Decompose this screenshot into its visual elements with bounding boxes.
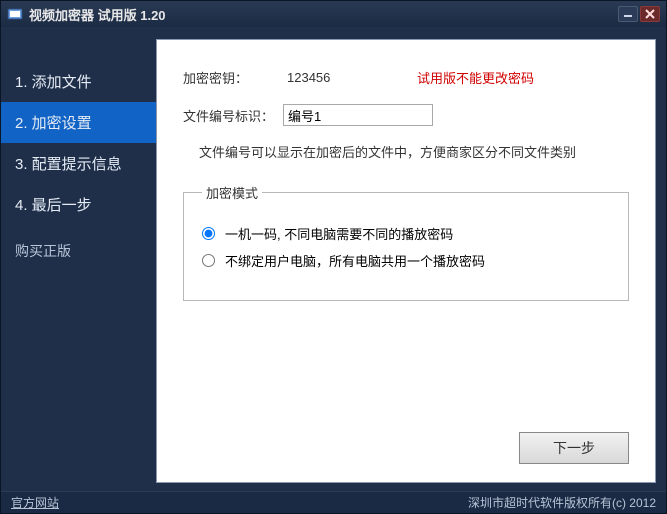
close-button[interactable] — [640, 6, 660, 22]
main-panel: 加密密钥： 试用版不能更改密码 文件编号标识： 文件编号可以显示在加密后的文件中… — [156, 39, 656, 483]
fileid-hint: 文件编号可以显示在加密后的文件中，方便商家区分不同文件类别 — [199, 142, 629, 161]
sidebar-item-buy[interactable]: 购买正版 — [1, 231, 156, 271]
fileid-label: 文件编号标识： — [183, 106, 283, 125]
body: 1. 添加文件 2. 加密设置 3. 配置提示信息 4. 最后一步 购买正版 加… — [1, 27, 666, 491]
encrypt-mode-group: 加密模式 一机一码, 不同电脑需要不同的播放密码 不绑定用户电脑，所有电脑共用一… — [183, 183, 629, 301]
spacer — [183, 301, 629, 432]
official-site-link[interactable]: 官方网站 — [11, 494, 468, 511]
trial-note: 试用版不能更改密码 — [417, 68, 534, 87]
sidebar-item-add-files[interactable]: 1. 添加文件 — [1, 61, 156, 102]
title-bar: 视频加密器 试用版 1.20 — [1, 1, 666, 27]
minimize-button[interactable] — [618, 6, 638, 22]
sidebar-item-configure-prompt[interactable]: 3. 配置提示信息 — [1, 143, 156, 184]
sidebar-item-final-step[interactable]: 4. 最后一步 — [1, 184, 156, 225]
sidebar-item-encrypt-settings[interactable]: 2. 加密设置 — [1, 102, 156, 143]
status-bar: 官方网站 深圳市超时代软件版权所有(c) 2012 — [1, 491, 666, 513]
encrypt-mode-legend: 加密模式 — [202, 183, 262, 202]
mode-option-label: 不绑定用户电脑，所有电脑共用一个播放密码 — [225, 251, 485, 270]
row-key: 加密密钥： 试用版不能更改密码 — [183, 66, 629, 88]
row-fileid: 文件编号标识： — [183, 104, 629, 126]
key-label: 加密密钥： — [183, 68, 283, 87]
key-input[interactable] — [283, 66, 413, 88]
sidebar: 1. 添加文件 2. 加密设置 3. 配置提示信息 4. 最后一步 购买正版 — [1, 39, 156, 483]
copyright-text: 深圳市超时代软件版权所有(c) 2012 — [468, 494, 656, 511]
window-title: 视频加密器 试用版 1.20 — [29, 5, 618, 24]
mode-option-per-machine[interactable]: 一机一码, 不同电脑需要不同的播放密码 — [202, 224, 610, 243]
app-icon — [7, 6, 23, 22]
mode-radio-shared[interactable] — [202, 254, 215, 267]
mode-option-label: 一机一码, 不同电脑需要不同的播放密码 — [225, 224, 453, 243]
app-window: 视频加密器 试用版 1.20 1. 添加文件 2. 加密设置 3. 配置提示信息… — [0, 0, 667, 514]
next-button[interactable]: 下一步 — [519, 432, 629, 464]
mode-option-shared[interactable]: 不绑定用户电脑，所有电脑共用一个播放密码 — [202, 251, 610, 270]
mode-radio-per-machine[interactable] — [202, 227, 215, 240]
fileid-input[interactable] — [283, 104, 433, 126]
window-controls — [618, 6, 660, 22]
